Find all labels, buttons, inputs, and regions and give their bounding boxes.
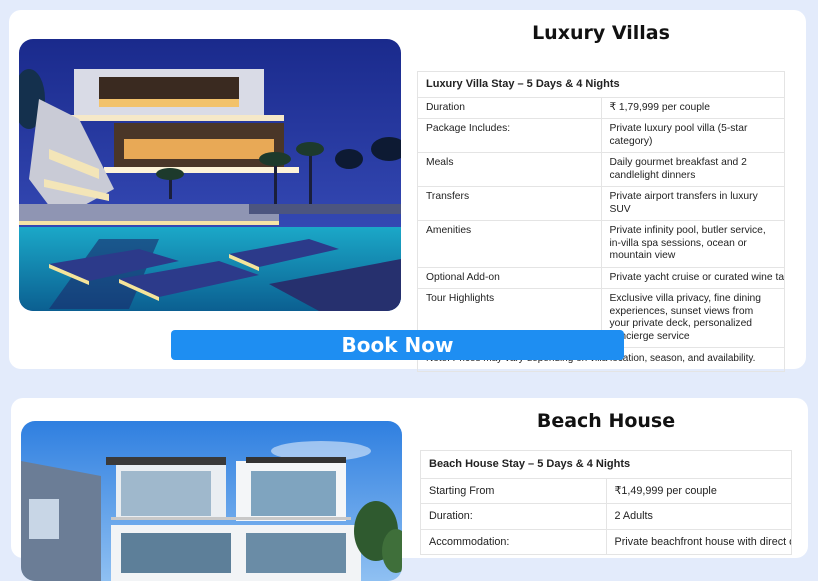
package-card-beach-house: Beach House Beach House Stay – 5 Days & … xyxy=(11,398,808,581)
package-card-luxury-villas: Luxury Villas Luxury Villa Stay – 5 Days… xyxy=(9,10,806,372)
row-label: Accommodation: xyxy=(420,528,607,555)
table-row: Accommodation: Private beachfront house … xyxy=(420,528,792,555)
book-now-button[interactable]: Book Now xyxy=(171,330,624,360)
table-heading: Beach House Stay – 5 Days & 4 Nights xyxy=(420,450,792,479)
table-row: Transfers Private airport transfers in l… xyxy=(417,186,785,221)
table-row: Duration: 2 Adults xyxy=(420,503,792,530)
row-label: Transfers xyxy=(417,186,602,221)
row-value: Private infinity pool, butler service, i… xyxy=(600,220,785,268)
table-row: Amenities Private infinity pool, butler … xyxy=(417,220,785,268)
row-label: Optional Add-on xyxy=(417,266,602,289)
table-row: Duration ₹ 1,79,999 per couple xyxy=(417,96,785,119)
package-title: Luxury Villas xyxy=(532,22,670,44)
row-value: Private beachfront house with direct oce… xyxy=(605,528,792,555)
package-details-table: Luxury Villa Stay – 5 Days & 4 Nights Du… xyxy=(417,71,785,372)
beach-house-photo xyxy=(21,421,402,581)
row-value: Private luxury pool villa (5-star catego… xyxy=(600,118,785,153)
row-value: Exclusive villa privacy, fine dining exp… xyxy=(600,288,785,348)
row-label: Starting From xyxy=(420,477,607,504)
row-value: 2 Adults xyxy=(605,503,792,530)
row-value: ₹1,49,999 per couple xyxy=(605,477,792,504)
table-row: Starting From ₹1,49,999 per couple xyxy=(420,477,792,504)
package-details-table: Beach House Stay – 5 Days & 4 Nights Sta… xyxy=(420,450,792,555)
package-title: Beach House xyxy=(536,410,676,432)
row-value: Private yacht cruise or curated wine tas… xyxy=(600,266,785,289)
row-label: Amenities xyxy=(417,220,602,268)
luxury-villa-photo xyxy=(19,39,401,311)
row-value: Daily gourmet breakfast and 2 candleligh… xyxy=(600,152,785,187)
table-row: Package Includes: Private luxury pool vi… xyxy=(417,118,785,153)
row-label: Duration xyxy=(417,96,602,119)
row-label: Duration: xyxy=(420,503,607,530)
row-value: Private airport transfers in luxury SUV xyxy=(600,186,785,221)
row-label: Meals xyxy=(417,152,602,187)
row-label: Package Includes: xyxy=(417,118,602,153)
table-heading: Luxury Villa Stay – 5 Days & 4 Nights xyxy=(417,71,785,98)
table-row: Meals Daily gourmet breakfast and 2 cand… xyxy=(417,152,785,187)
table-row: Optional Add-on Private yacht cruise or … xyxy=(417,266,785,289)
row-value: ₹ 1,79,999 per couple xyxy=(600,96,785,119)
